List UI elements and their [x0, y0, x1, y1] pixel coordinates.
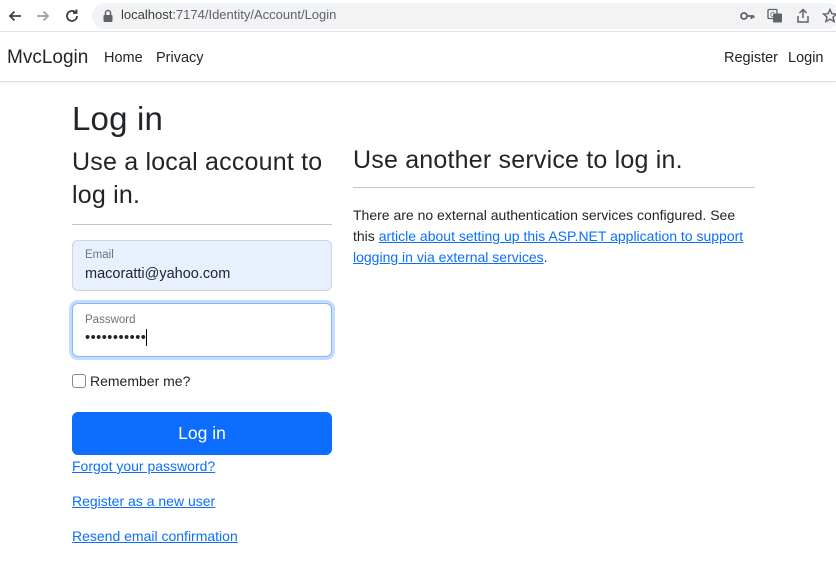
url-text[interactable]: localhost:7174/Identity/Account/Login	[121, 7, 336, 22]
nav-login-link[interactable]: Login	[788, 50, 823, 66]
remember-me-checkbox[interactable]	[72, 374, 86, 388]
nav-register-link[interactable]: Register	[724, 50, 778, 66]
register-new-user-link[interactable]: Register as a new user	[72, 493, 215, 509]
text-caret	[146, 329, 147, 346]
email-field[interactable]: Email macoratti@yahoo.com	[72, 240, 332, 291]
browser-toolbar: localhost:7174/Identity/Account/Login G	[0, 0, 836, 32]
back-arrow-icon[interactable]	[5, 6, 25, 26]
lock-icon[interactable]	[98, 6, 118, 26]
external-divider	[353, 187, 755, 188]
password-value: •••••••••••	[85, 330, 147, 346]
external-service-heading: Use another service to log in.	[353, 146, 683, 174]
resend-confirmation-link[interactable]: Resend email confirmation	[72, 528, 238, 544]
brand-link[interactable]: MvcLogin	[7, 47, 88, 69]
reload-icon[interactable]	[62, 6, 82, 26]
email-value: macoratti@yahoo.com	[85, 266, 231, 282]
translate-icon[interactable]: G	[765, 6, 785, 26]
star-icon[interactable]	[820, 6, 836, 26]
url-host: localhost	[121, 7, 173, 22]
local-account-heading: Use a local account to log in.	[72, 148, 323, 209]
app-navbar: MvcLogin Home Privacy Register Login	[0, 33, 836, 82]
password-field[interactable]: Password •••••••••••	[72, 303, 332, 357]
key-icon[interactable]	[737, 6, 757, 26]
forgot-password-link[interactable]: Forgot your password?	[72, 458, 215, 474]
external-text-after: .	[543, 249, 548, 265]
remember-me-label[interactable]: Remember me?	[90, 373, 190, 389]
nav-home-link[interactable]: Home	[104, 50, 143, 66]
external-auth-message: There are no external authentication ser…	[353, 205, 755, 268]
svg-text:G: G	[770, 11, 775, 19]
forward-arrow-icon[interactable]	[33, 6, 53, 26]
password-label: Password	[85, 314, 136, 326]
login-submit-button[interactable]: Log in	[72, 412, 332, 455]
email-label: Email	[85, 249, 114, 261]
page-title: Log in	[72, 100, 164, 137]
share-icon[interactable]	[793, 6, 813, 26]
local-divider	[72, 224, 332, 225]
external-auth-article-link[interactable]: article about setting up this ASP.NET ap…	[353, 228, 743, 265]
nav-privacy-link[interactable]: Privacy	[156, 50, 204, 66]
url-path: :7174/Identity/Account/Login	[172, 7, 337, 22]
